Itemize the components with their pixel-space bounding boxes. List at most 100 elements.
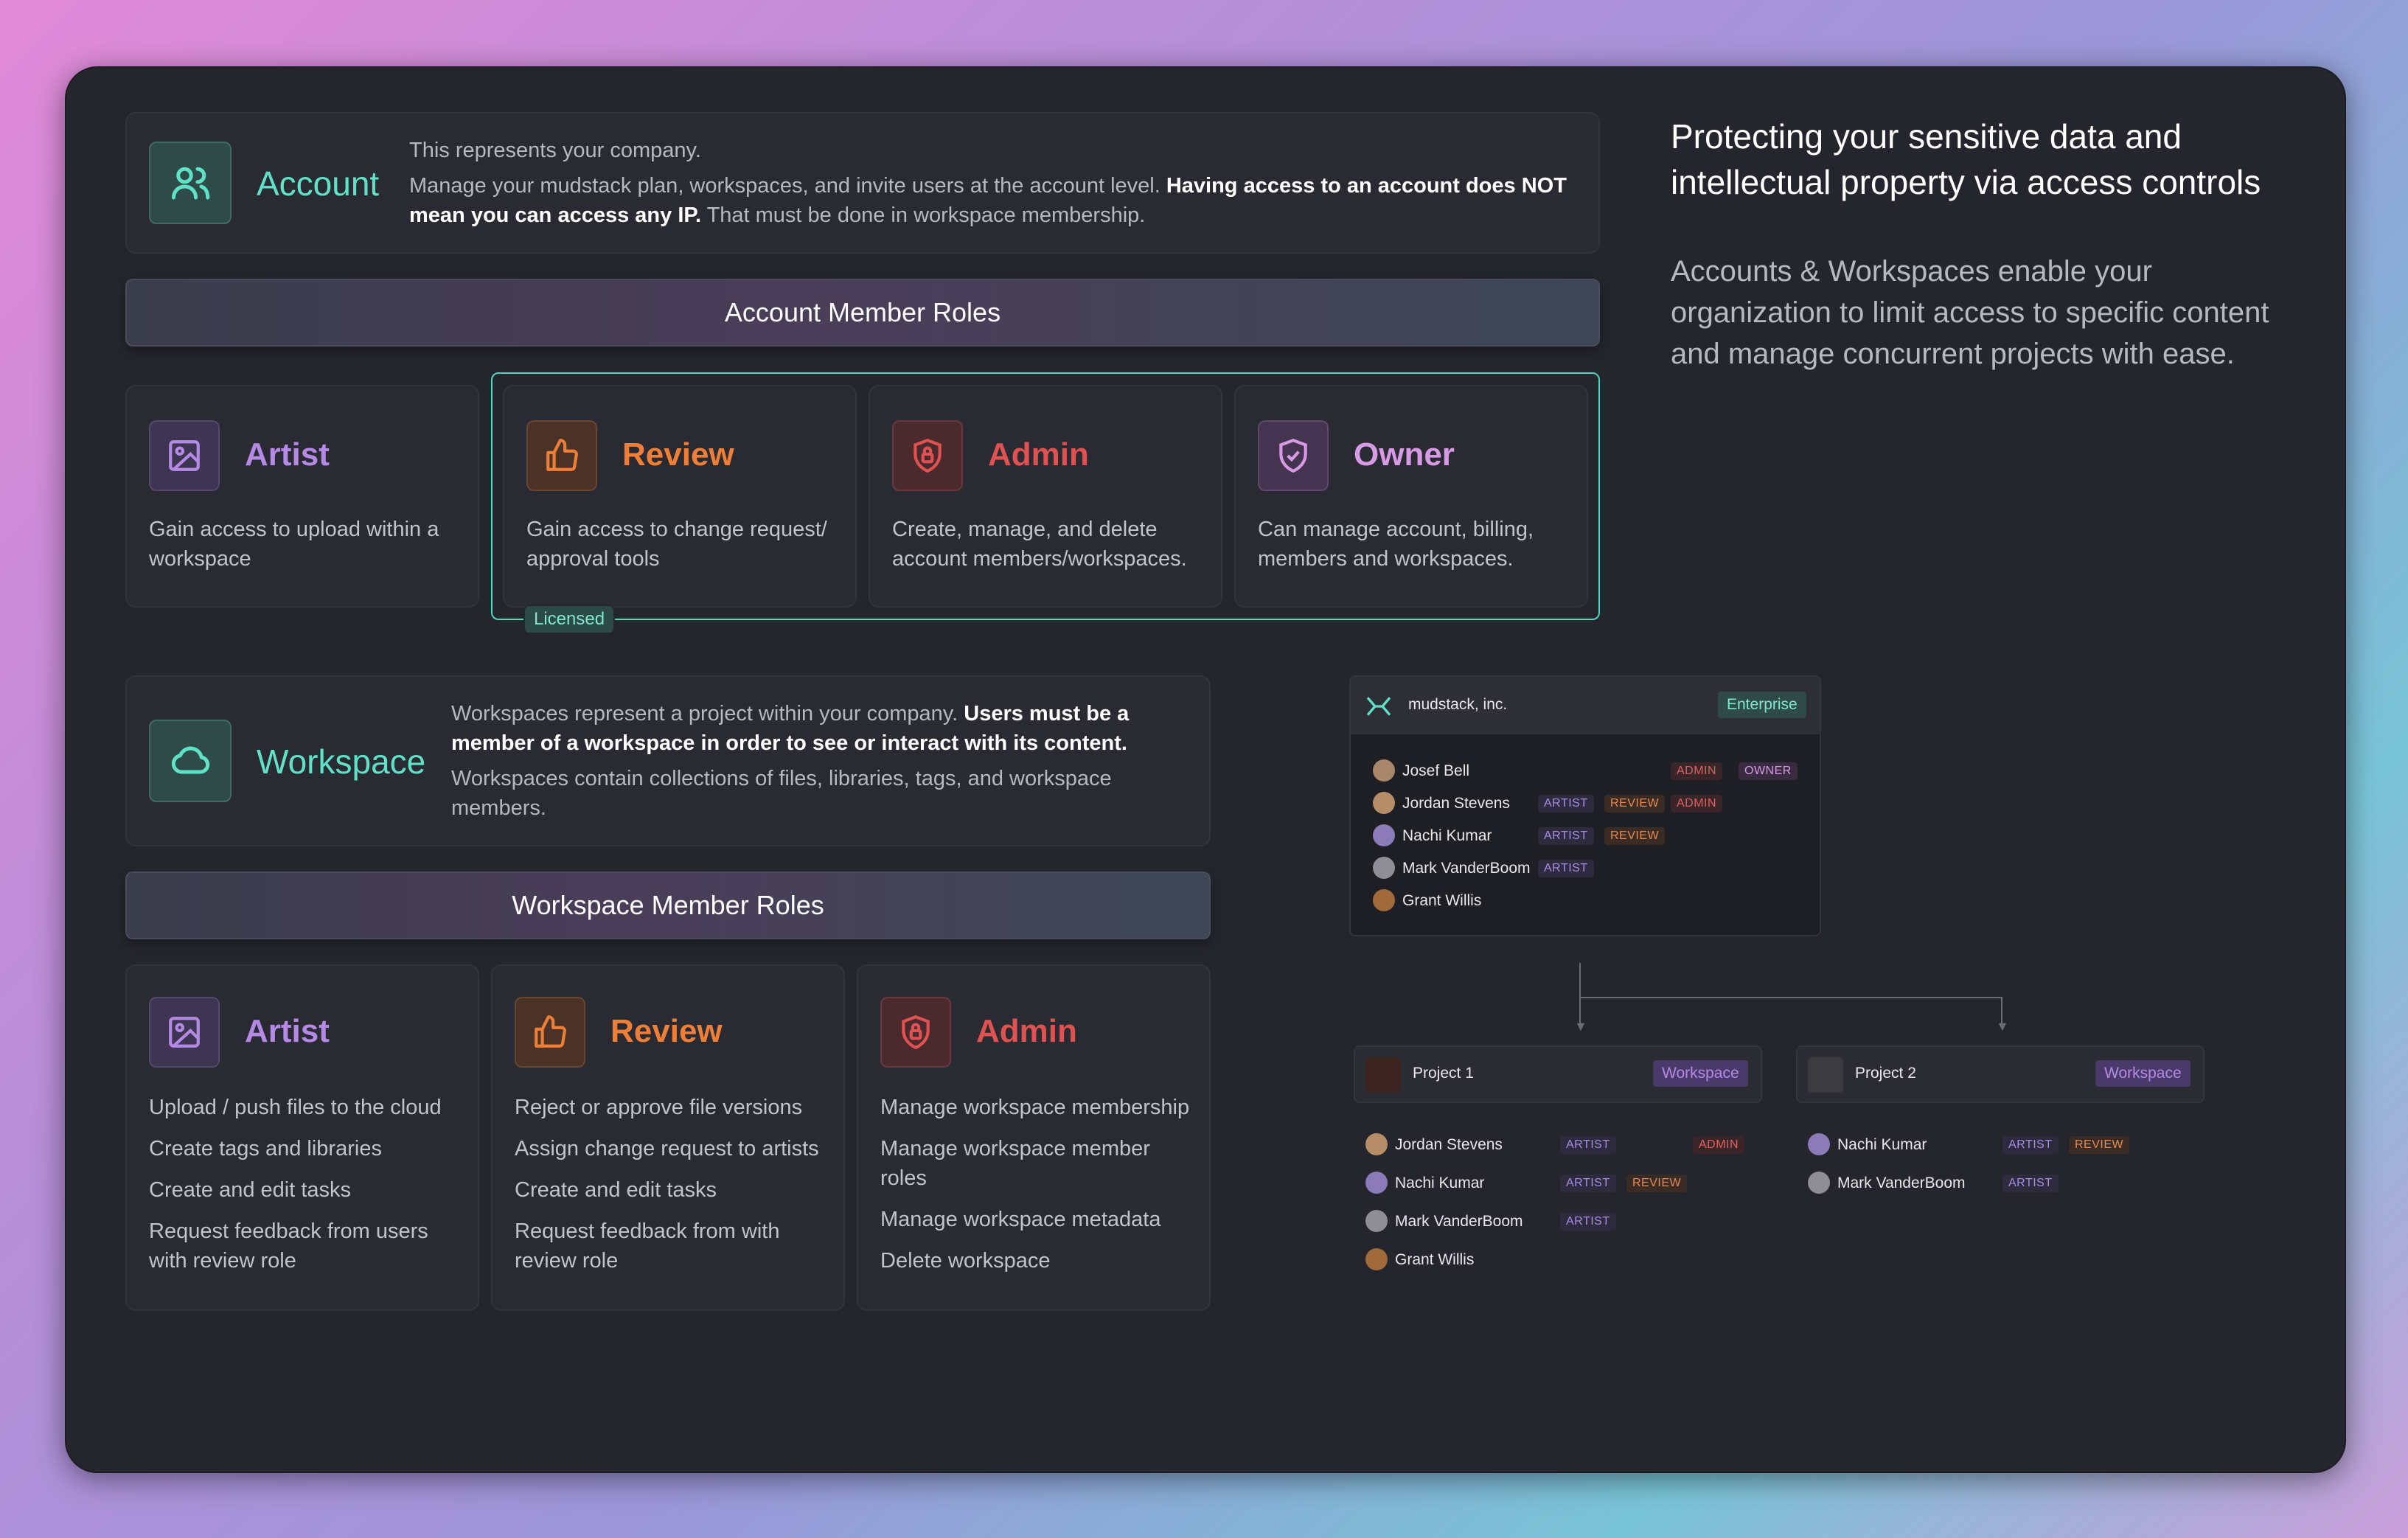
role-badge: ARTIST xyxy=(2002,1175,2059,1192)
avatar xyxy=(1373,759,1395,782)
avatar xyxy=(1373,889,1395,911)
member-name: Grant Willis xyxy=(1402,892,1482,909)
org-panel: mudstack, inc. Enterprise Josef Bell ADM… xyxy=(1349,675,1821,936)
member-name: Jordan Stevens xyxy=(1395,1136,1503,1153)
role-title: Artist xyxy=(245,1013,330,1049)
account-role-owner: Owner Can manage account, billing, membe… xyxy=(1234,385,1588,608)
workspace-role-review: Review Reject or approve file versions A… xyxy=(491,964,845,1311)
licensed-badge: Licensed xyxy=(523,605,616,634)
avatar xyxy=(1365,1210,1388,1232)
avatar xyxy=(1373,857,1395,879)
role-description: Create, manage, and delete account membe… xyxy=(892,518,1187,571)
avatar xyxy=(1808,1133,1830,1155)
project-thumbnail xyxy=(1808,1057,1843,1093)
role-badge: ARTIST xyxy=(2002,1136,2059,1154)
member-name: Jordan Stevens xyxy=(1402,795,1510,812)
workspace-badge: Workspace xyxy=(2095,1060,2190,1087)
role-badge: ARTIST xyxy=(1538,795,1594,813)
workspace-roles-banner: Workspace Member Roles xyxy=(125,871,1211,939)
permission-item: Upload / push files to the cloud xyxy=(149,1096,442,1119)
workspace-role-admin: Admin Manage workspace membership Manage… xyxy=(857,964,1211,1311)
avatar xyxy=(1373,792,1395,814)
cloud-icon xyxy=(149,720,232,802)
member-name: Mark VanderBoom xyxy=(1837,1175,1966,1191)
image-icon xyxy=(149,997,220,1068)
permission-item: Manage workspace metadata xyxy=(880,1208,1161,1231)
permission-item: Create and edit tasks xyxy=(515,1178,717,1202)
account-description: This represents your company. Manage you… xyxy=(409,136,1581,230)
avatar xyxy=(1365,1248,1388,1270)
member-name: Mark VanderBoom xyxy=(1395,1213,1523,1230)
role-description: Can manage account, billing, members and… xyxy=(1258,518,1534,571)
permission-item: Create tags and libraries xyxy=(149,1137,382,1161)
side-heading: Protecting your sensitive data and intel… xyxy=(1671,117,2261,201)
arrow-down-icon: ▼ xyxy=(1574,1019,1587,1034)
member-name: Grant Willis xyxy=(1395,1251,1475,1268)
image-icon xyxy=(149,420,220,491)
account-card: Account This represents your company. Ma… xyxy=(125,112,1600,254)
role-badge: ARTIST xyxy=(1560,1213,1616,1231)
connector-line xyxy=(1579,997,2002,998)
role-title: Owner xyxy=(1354,436,1455,473)
lock-shield-icon xyxy=(880,997,951,1068)
account-line-1: This represents your company. xyxy=(409,139,701,162)
workspace-line-1: Workspaces represent a project within yo… xyxy=(451,702,1130,755)
role-badge: REVIEW xyxy=(1604,795,1666,813)
workspace-title: Workspace xyxy=(257,742,426,781)
permission-item: Manage workspace membership xyxy=(880,1096,1190,1119)
permission-item: Assign change request to artists xyxy=(515,1137,819,1161)
permission-item: Reject or approve file versions xyxy=(515,1096,803,1119)
users-icon xyxy=(149,142,232,224)
role-badge: ADMIN xyxy=(1671,762,1723,780)
arrow-down-icon: ▼ xyxy=(1996,1019,2009,1034)
role-title: Review xyxy=(622,436,734,473)
role-badge: REVIEW xyxy=(1604,827,1666,845)
role-title: Admin xyxy=(976,1013,1077,1049)
account-role-admin: Admin Create, manage, and delete account… xyxy=(869,385,1222,608)
role-title: Review xyxy=(610,1013,723,1049)
account-role-review: Review Gain access to change request/ ap… xyxy=(503,385,857,608)
role-badge: ARTIST xyxy=(1560,1175,1616,1192)
shield-check-icon xyxy=(1258,420,1329,491)
lock-shield-icon xyxy=(892,420,963,491)
member-name: Mark VanderBoom xyxy=(1402,860,1531,877)
workspace-role-artist: Artist Upload / push files to the cloud … xyxy=(125,964,479,1311)
role-badge: REVIEW xyxy=(1626,1175,1688,1192)
workspace-description: Workspaces represent a project within yo… xyxy=(451,699,1189,823)
permission-item: Delete workspace xyxy=(880,1249,1051,1273)
workspace-card: Workspace Workspaces represent a project… xyxy=(125,675,1211,846)
mudstack-logo-icon xyxy=(1364,692,1393,721)
role-badge: ARTIST xyxy=(1560,1136,1616,1154)
avatar xyxy=(1373,824,1395,846)
account-title: Account xyxy=(257,164,380,203)
role-title: Admin xyxy=(988,436,1089,473)
permission-item: Create and edit tasks xyxy=(149,1178,352,1202)
workspace-badge: Workspace xyxy=(1653,1060,1748,1087)
role-badge: OWNER xyxy=(1739,762,1798,780)
thumbs-up-icon xyxy=(515,997,585,1068)
member-name: Nachi Kumar xyxy=(1395,1175,1485,1191)
permission-item: Request feedback from users with review … xyxy=(149,1219,428,1273)
org-name: mudstack, inc. xyxy=(1408,696,1508,713)
account-roles-banner: Account Member Roles xyxy=(125,279,1600,347)
project-name: Project 2 xyxy=(1855,1065,1916,1082)
role-title: Artist xyxy=(245,436,330,473)
project-name: Project 1 xyxy=(1413,1065,1474,1082)
role-description: Gain access to change request/ approval … xyxy=(526,518,827,571)
connector-line xyxy=(1579,963,1581,1025)
thumbs-up-icon xyxy=(526,420,597,491)
role-badge: ARTIST xyxy=(1538,827,1594,845)
permission-item: Request feedback from with review role xyxy=(515,1219,780,1273)
member-name: Nachi Kumar xyxy=(1402,827,1492,844)
project-1-card[interactable]: Project 1 Workspace xyxy=(1354,1045,1762,1103)
project-thumbnail xyxy=(1365,1057,1401,1093)
role-badge: ARTIST xyxy=(1538,860,1594,877)
avatar xyxy=(1808,1172,1830,1194)
account-role-artist: Artist Gain access to upload within a wo… xyxy=(125,385,479,608)
workspace-line-2: Workspaces contain collections of files,… xyxy=(451,767,1112,820)
side-subtext: Accounts & Workspaces enable your organi… xyxy=(1671,255,2269,370)
permission-item: Manage workspace member roles xyxy=(880,1137,1150,1190)
account-line-2: Manage your mudstack plan, workspaces, a… xyxy=(409,174,1567,227)
project-2-card[interactable]: Project 2 Workspace xyxy=(1796,1045,2205,1103)
role-badge: ADMIN xyxy=(1671,795,1723,813)
